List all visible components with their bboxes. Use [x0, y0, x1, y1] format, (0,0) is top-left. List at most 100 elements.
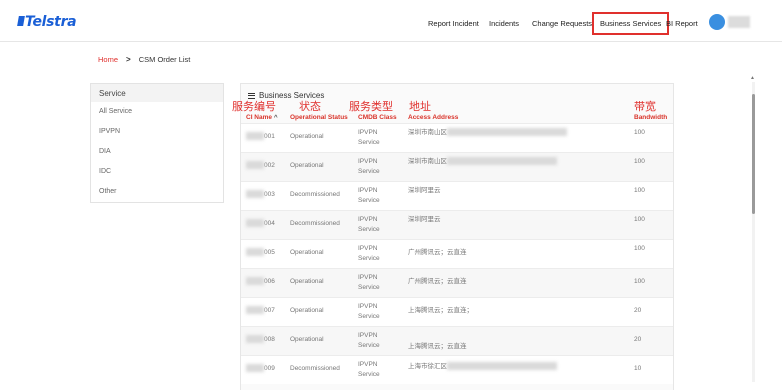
table-row[interactable]: 003 Decommissioned IPVPN Service 深圳阿里云 10… — [241, 181, 673, 210]
ci-name-redacted — [246, 335, 264, 344]
row-class: IPVPN Service — [358, 303, 380, 320]
row-bandwidth: 20 — [634, 307, 642, 314]
user-name-redacted — [728, 16, 750, 28]
scroll-up-icon[interactable]: ▲ — [750, 75, 755, 81]
sidebar-item-idc[interactable]: IDC — [91, 162, 223, 182]
ci-name-redacted — [246, 190, 264, 199]
scrollbar-thumb[interactable] — [752, 94, 755, 214]
logo-mark-icon — [17, 16, 25, 26]
col-cmdb-class[interactable]: CMDB Class — [358, 114, 397, 121]
row-address: 上海腾讯云；云直连； — [408, 307, 473, 314]
table-row[interactable]: 005 Operational IPVPN Service 广州腾讯云；云直连 1… — [241, 239, 673, 268]
row-bandwidth: 100 — [634, 278, 645, 285]
ci-name-redacted — [246, 132, 264, 141]
ci-name-suffix: 006 — [264, 278, 275, 285]
nav-incidents[interactable]: Incidents — [489, 19, 519, 28]
nav-report-incident[interactable]: Report Incident — [428, 19, 479, 28]
service-filter-panel: Service All Service IPVPN DIA IDC Other — [90, 83, 224, 203]
sort-ascending-icon[interactable]: ^ — [274, 114, 278, 121]
row-address: 广州腾讯云；云直连 — [408, 278, 467, 285]
table-row[interactable]: 006 Operational IPVPN Service 广州腾讯云；云直连 1… — [241, 268, 673, 297]
row-class: IPVPN Service — [358, 332, 380, 349]
table-row[interactable]: 008 Operational IPVPN Service 上海腾讯云；云直连 2… — [241, 326, 673, 355]
row-bandwidth: 100 — [634, 216, 645, 223]
row-class: IPVPN Service — [358, 129, 380, 146]
sidebar-item-ipvpn[interactable]: IPVPN — [91, 122, 223, 142]
sidebar-item-all-service[interactable]: All Service — [91, 102, 223, 122]
sidebar-item-other[interactable]: Other — [91, 182, 223, 202]
row-class: IPVPN Service — [358, 245, 380, 262]
sidebar-title: Service — [91, 84, 223, 102]
annotation-status: 状态 — [299, 100, 321, 113]
col-bandwidth[interactable]: Bandwidth — [634, 114, 667, 121]
annotation-address: 地址 — [409, 100, 431, 113]
col-operational-status[interactable]: Operational Status — [290, 114, 348, 121]
page-scrollbar[interactable] — [752, 82, 755, 382]
col-ci-name[interactable]: CI Name ^ — [246, 114, 278, 121]
table-row[interactable]: 001 Operational IPVPN Service 深圳市南山区 100 — [241, 123, 673, 152]
row-address: 上海腾讯云；云直连 — [408, 343, 467, 350]
address-redacted — [447, 157, 557, 166]
table-row[interactable]: 007 Operational IPVPN Service 上海腾讯云；云直连； … — [241, 297, 673, 326]
annotation-ci-name: 服务编号 — [232, 100, 276, 113]
ci-name-redacted — [246, 364, 264, 373]
table-row[interactable]: 002 Operational IPVPN Service 深圳市南山区 100 — [241, 152, 673, 181]
address-redacted — [447, 128, 567, 137]
ci-name-suffix: 007 — [264, 307, 275, 314]
breadcrumb-current: CSM Order List — [138, 55, 191, 64]
ci-name-suffix: 004 — [264, 220, 275, 227]
row-address: 上海市徐汇区 — [408, 362, 557, 372]
ci-name-redacted — [246, 161, 264, 170]
row-class: IPVPN Service — [358, 274, 380, 291]
row-address: 深圳阿里云 — [408, 187, 441, 194]
annotation-bandwidth: 带宽 — [634, 100, 656, 113]
row-address: 广州腾讯云；云直连 — [408, 249, 467, 256]
row-class: IPVPN Service — [358, 158, 380, 175]
ci-name-suffix: 008 — [264, 336, 275, 343]
ci-name-suffix: 005 — [264, 249, 275, 256]
row-bandwidth: 100 — [634, 158, 645, 165]
row-status: Operational — [290, 249, 324, 256]
ci-name-suffix: 002 — [264, 162, 275, 169]
row-address: 深圳市南山区 — [408, 157, 557, 167]
chevron-right-icon: > — [126, 55, 131, 64]
nav-change-requests[interactable]: Change Requests — [532, 19, 592, 28]
row-status: Decommissioned — [290, 191, 340, 198]
ci-name-suffix: 003 — [264, 191, 275, 198]
telstra-logo[interactable]: Telstra — [17, 14, 77, 30]
ci-name-redacted — [246, 306, 264, 315]
row-status: Operational — [290, 307, 324, 314]
ci-name-suffix: 009 — [264, 365, 275, 372]
row-status: Operational — [290, 133, 324, 140]
breadcrumb: Home > CSM Order List — [98, 55, 190, 64]
breadcrumb-home[interactable]: Home — [98, 55, 118, 64]
row-address: 深圳市南山区 — [408, 128, 567, 138]
row-status: Operational — [290, 336, 324, 343]
row-bandwidth: 20 — [634, 336, 642, 343]
row-status: Operational — [290, 278, 324, 285]
brand-name: Telstra — [25, 14, 77, 30]
nav-bi-report[interactable]: BI Report — [666, 19, 698, 28]
annotation-cmdb-class: 服务类型 — [349, 100, 393, 113]
table-row[interactable]: 009 Decommissioned IPVPN Service 上海市徐汇区 1… — [241, 355, 673, 384]
sidebar-item-dia[interactable]: DIA — [91, 142, 223, 162]
col-access-address[interactable]: Access Address — [408, 114, 458, 121]
row-class: IPVPN Service — [358, 216, 380, 233]
row-class: IPVPN Service — [358, 187, 380, 204]
ci-name-redacted — [246, 248, 264, 257]
row-status: Decommissioned — [290, 220, 340, 227]
ci-name-suffix: 001 — [264, 133, 275, 140]
row-bandwidth: 100 — [634, 129, 645, 136]
address-redacted — [447, 362, 557, 371]
ci-name-redacted — [246, 277, 264, 286]
ci-name-redacted — [246, 219, 264, 228]
top-bar: Telstra Report Incident Incidents Change… — [0, 0, 782, 42]
row-address: 深圳阿里云 — [408, 216, 441, 223]
table-row[interactable]: 004 Decommissioned IPVPN Service 深圳阿里云 10… — [241, 210, 673, 239]
user-avatar[interactable] — [709, 14, 725, 30]
row-bandwidth: 100 — [634, 187, 645, 194]
row-status: Operational — [290, 162, 324, 169]
row-bandwidth: 10 — [634, 365, 642, 372]
nav-business-services[interactable]: Business Services — [592, 12, 670, 35]
row-class: IPVPN Service — [358, 361, 380, 378]
